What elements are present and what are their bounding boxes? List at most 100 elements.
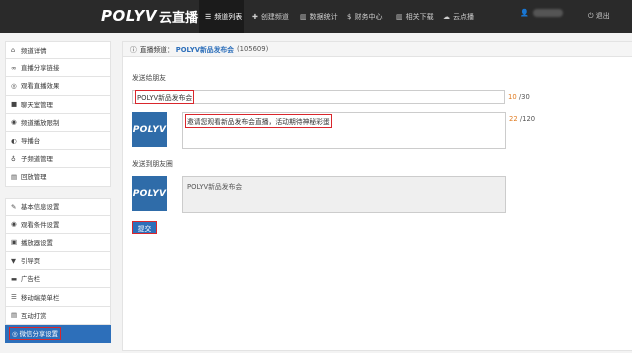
sidebar-item-label: 播放器设置 bbox=[21, 238, 53, 247]
sidebar-item-label: 导播台 bbox=[21, 137, 41, 146]
sidebar-item-label: 聊天室管理 bbox=[21, 100, 53, 109]
user-icon: 👤 bbox=[520, 9, 529, 17]
sidebar-item-watch-condition[interactable]: ◉ 观看条件设置 bbox=[5, 215, 111, 234]
thumbnail-text: POLYV bbox=[132, 124, 167, 135]
sidebar-item-ad-bar[interactable]: ▬ 广告栏 bbox=[5, 270, 111, 289]
sidebar-item-label: 回放管理 bbox=[21, 173, 47, 182]
chat-icon: ■ bbox=[11, 100, 18, 109]
logout-label: 退出 bbox=[595, 12, 610, 20]
nav-label: 数据统计 bbox=[309, 12, 338, 21]
nav-data-stats[interactable]: ▥ 数据统计 bbox=[300, 0, 338, 33]
power-icon: ⏻ bbox=[588, 12, 594, 20]
moments-thumbnail: POLYV bbox=[132, 176, 167, 211]
sidebar-item-label: 直播分享链接 bbox=[21, 64, 60, 73]
share-thumbnail[interactable]: POLYV bbox=[132, 112, 167, 147]
stats-icon: ▥ bbox=[300, 12, 307, 21]
logout-link[interactable]: ⏻ 退出 bbox=[588, 11, 610, 21]
sidebar-item-label: 移动端菜单栏 bbox=[21, 293, 60, 302]
sidebar-item-basic-info[interactable]: ✎ 基本信息设置 bbox=[5, 197, 111, 216]
player-icon: ▣ bbox=[11, 238, 18, 247]
ad-icon: ▬ bbox=[11, 274, 18, 283]
link-icon: ∞ bbox=[11, 63, 17, 72]
nav-create-channel[interactable]: ✚ 创建频道 bbox=[252, 0, 289, 33]
cloud-icon: ☁ bbox=[443, 12, 450, 21]
info-icon: ⓘ bbox=[130, 46, 137, 54]
logo[interactable]: POLYV 云直播 bbox=[101, 6, 198, 26]
nav-finance[interactable]: $ 财务中心 bbox=[347, 0, 382, 33]
sidebar-item-label: 微信分享设置 bbox=[19, 329, 59, 338]
sidebar-group-settings: ✎ 基本信息设置 ◉ 观看条件设置 ▣ 播放器设置 ▼ 引导页 ▬ 广告栏 ☰ 移动端菜单栏… bbox=[5, 197, 111, 343]
share-friend-label: 发送给朋友 bbox=[132, 74, 166, 82]
channel-id: (105609) bbox=[236, 45, 269, 53]
nav-label: 云点播 bbox=[453, 12, 474, 21]
username-redacted bbox=[532, 9, 563, 17]
sidebar-item-guide-page[interactable]: ▼ 引导页 bbox=[5, 252, 111, 271]
title-char-count: 10 /30 bbox=[508, 93, 530, 101]
sidebar-item-share-link[interactable]: ∞ 直播分享链接 bbox=[5, 59, 111, 78]
sidebar-item-label: 观看条件设置 bbox=[21, 220, 60, 229]
nav-cloud-vod[interactable]: ☁ 云点播 bbox=[443, 0, 474, 33]
nav-label: 创建频道 bbox=[260, 12, 289, 21]
download-icon: ▥ bbox=[396, 12, 403, 21]
nav-downloads[interactable]: ▥ 相关下载 bbox=[396, 0, 434, 33]
sidebar-group-channel: ⌂ 频道详情 ∞ 直播分享链接 ◎ 观看直播效果 ■ 聊天室管理 ◉ 频道播放限制 ◐ 导播… bbox=[5, 41, 111, 187]
sidebar-item-label: 观看直播效果 bbox=[21, 82, 60, 91]
wechat-share-highlight: ◎ 微信分享设置 bbox=[8, 326, 62, 340]
submit-button[interactable]: 提交 bbox=[132, 221, 157, 234]
nav-channel-list[interactable]: ☰ 频道列表 bbox=[199, 0, 244, 33]
sidebar-item-label: 子频道管理 bbox=[21, 155, 53, 164]
eye-icon: ◉ bbox=[11, 220, 17, 229]
menu-icon: ☰ bbox=[11, 293, 17, 302]
film-icon: ▤ bbox=[11, 172, 18, 181]
sidebar-item-reward[interactable]: ▤ 互动打赏 bbox=[5, 306, 111, 325]
logo-brand-cn: 云直播 bbox=[158, 10, 198, 26]
list-icon: ☰ bbox=[205, 12, 212, 21]
eye-icon: ◎ bbox=[11, 81, 17, 90]
globe-icon: ♁ bbox=[11, 154, 16, 163]
home-icon: ⌂ bbox=[11, 46, 16, 55]
sidebar-item-mobile-menu[interactable]: ☰ 移动端菜单栏 bbox=[5, 288, 111, 307]
title-max: /30 bbox=[518, 93, 530, 101]
sidebar-item-wechat-share[interactable]: ◎ 微信分享设置 bbox=[5, 324, 111, 343]
sidebar-item-channel-detail[interactable]: ⌂ 频道详情 bbox=[5, 41, 111, 60]
moments-title-value: POLYV新品发布会 bbox=[187, 183, 243, 191]
breadcrumb: ⓘ 直播频道： POLYV新品发布会 (105609) bbox=[123, 42, 632, 57]
sidebar-item-playback[interactable]: ▤ 回放管理 bbox=[5, 168, 111, 187]
sidebar-item-label: 频道详情 bbox=[21, 46, 47, 55]
desc-char-count: 22 /120 bbox=[509, 115, 535, 123]
director-icon: ◐ bbox=[11, 136, 17, 145]
sidebar-item-player[interactable]: ▣ 播放器设置 bbox=[5, 233, 111, 253]
nav-label: 相关下载 bbox=[405, 12, 434, 21]
plus-icon: ✚ bbox=[252, 12, 258, 21]
main-panel: ⓘ 直播频道： POLYV新品发布会 (105609) 发送给朋友 POLYV新… bbox=[122, 41, 632, 351]
logo-brand: POLYV bbox=[101, 7, 157, 25]
sidebar-item-play-limit[interactable]: ◉ 频道播放限制 bbox=[5, 113, 111, 132]
channel-title: POLYV新品发布会 bbox=[175, 46, 234, 54]
sidebar-item-watch-effect[interactable]: ◎ 观看直播效果 bbox=[5, 77, 111, 96]
sidebar-item-label: 广告栏 bbox=[21, 275, 41, 284]
share-desc-value: 邀请您观看新品发布会直播，活动期待神秘彩蛋 bbox=[185, 114, 332, 128]
sidebar-item-label: 互动打赏 bbox=[21, 311, 47, 320]
dollar-icon: $ bbox=[347, 12, 352, 21]
moments-title-field: POLYV新品发布会 bbox=[182, 176, 506, 213]
share-title-input[interactable]: POLYV新品发布会 bbox=[132, 90, 505, 104]
sidebar-item-sub-channel[interactable]: ♁ 子频道管理 bbox=[5, 150, 111, 169]
share-desc-textarea[interactable]: 邀请您观看新品发布会直播，活动期待神秘彩蛋 bbox=[182, 112, 506, 149]
sidebar-item-director[interactable]: ◐ 导播台 bbox=[5, 131, 111, 151]
share-title-value: POLYV新品发布会 bbox=[134, 90, 195, 104]
sidebar-item-chatroom[interactable]: ■ 聊天室管理 bbox=[5, 95, 111, 114]
nav-label: 频道列表 bbox=[214, 12, 243, 21]
filter-icon: ▼ bbox=[11, 256, 16, 265]
eye-icon: ◉ bbox=[11, 118, 17, 127]
user-menu[interactable]: 👤 bbox=[520, 9, 563, 17]
wechat-icon: ◎ bbox=[12, 329, 18, 338]
desc-count: 22 bbox=[509, 115, 518, 123]
sidebar: ⌂ 频道详情 ∞ 直播分享链接 ◎ 观看直播效果 ■ 聊天室管理 ◉ 频道播放限制 ◐ 导播… bbox=[5, 41, 111, 343]
sidebar-item-label: 基本信息设置 bbox=[21, 203, 60, 212]
share-moments-label: 发送到朋友圈 bbox=[132, 160, 173, 168]
thumbnail-text: POLYV bbox=[132, 188, 167, 199]
pencil-icon: ✎ bbox=[11, 202, 17, 211]
gift-icon: ▤ bbox=[11, 311, 18, 320]
title-count: 10 bbox=[508, 93, 517, 101]
nav-label: 财务中心 bbox=[354, 12, 383, 21]
